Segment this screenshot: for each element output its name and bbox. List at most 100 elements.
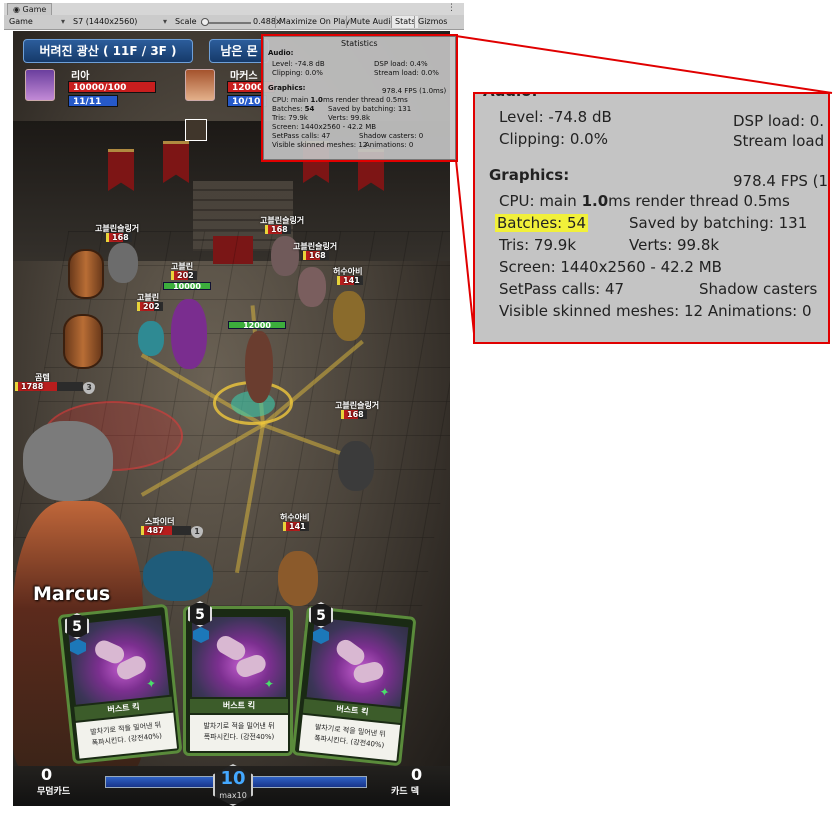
stat-clipping: Clipping: 0.0% bbox=[272, 69, 323, 77]
card-title: 버스트 킥 bbox=[190, 699, 288, 713]
spider[interactable] bbox=[143, 551, 213, 601]
zoom-cpu-prefix: CPU: main bbox=[499, 192, 582, 210]
zoom-verts: Verts: 99.8k bbox=[629, 236, 720, 254]
zoom-graphics-header: Graphics: bbox=[489, 166, 570, 184]
zoom-clipping: Clipping: 0.0% bbox=[499, 130, 608, 148]
zoom-skinned-meshes: Visible skinned meshes: 12 Animations: 0 bbox=[499, 302, 812, 320]
deck-label[interactable]: 카드 덱 bbox=[391, 784, 419, 797]
connector-line bbox=[455, 35, 833, 94]
zoom-cpu: CPU: main 1.0ms render thread 0.5ms bbox=[499, 192, 790, 210]
discard-label[interactable]: 무덤카드 bbox=[37, 784, 70, 797]
unit-hp: 202 bbox=[137, 302, 163, 311]
game-tab-bar: ◉ Game ⋮ bbox=[4, 3, 464, 15]
stats-title: Statistics bbox=[341, 39, 378, 48]
stats-zoom-callout: Audio: Level: -74.8 dB DSP load: 0. Clip… bbox=[473, 92, 830, 344]
stat-cpu-suffix: ms render thread 0.5ms bbox=[322, 96, 408, 104]
zoom-shadow-casters: Shadow casters bbox=[699, 280, 818, 298]
unit-hp: 487 bbox=[141, 526, 191, 535]
hero-portrait-ria[interactable] bbox=[25, 69, 55, 101]
barrel bbox=[68, 249, 104, 299]
card-description: 발차기로 적을 밀어낸 뒤폭파시킨다. (강전40%) bbox=[190, 715, 288, 751]
resolution-dropdown-value: S7 (1440x2560) bbox=[73, 17, 138, 26]
scarecrow[interactable] bbox=[333, 291, 365, 341]
unit-hp: 168 bbox=[303, 251, 329, 260]
kebab-menu-icon[interactable]: ⋮ bbox=[447, 3, 456, 13]
display-dropdown-value: Game bbox=[9, 17, 33, 26]
golem[interactable] bbox=[23, 421, 113, 501]
unit-hp: 141 bbox=[283, 522, 309, 531]
zoom-batches-highlight: Batches: 54 bbox=[495, 214, 589, 232]
gamepad-icon: ◉ bbox=[13, 5, 20, 14]
hero-mp-bar-marcus: 10/10 bbox=[227, 95, 267, 107]
hero-name-marcus: 마커스 bbox=[230, 71, 258, 82]
hero-portrait-marcus[interactable] bbox=[185, 69, 215, 101]
paw-icon: ✦ bbox=[264, 677, 275, 691]
game-tab-label: Game bbox=[22, 5, 47, 14]
graphics-header: Graphics: bbox=[268, 84, 306, 92]
gizmos-toggle[interactable]: Gizmos bbox=[414, 16, 450, 28]
hero-hp-bar-ria: 10000/100 bbox=[68, 81, 156, 93]
stat-screen: Screen: 1440x2560 - 42.2 MB bbox=[272, 123, 377, 131]
zoom-saved-by-batching: Saved by batching: 131 bbox=[629, 214, 808, 232]
goblin[interactable] bbox=[138, 321, 164, 356]
stat-cpu: CPU: main 1.0ms render thread 0.5ms bbox=[272, 96, 408, 104]
scarecrow[interactable] bbox=[278, 551, 318, 606]
unit-hp: 168 bbox=[265, 225, 291, 234]
stat-batches-value: 54 bbox=[304, 105, 315, 113]
unit-shield-bar: 10000 bbox=[163, 282, 211, 291]
hero-marcus[interactable] bbox=[245, 331, 273, 403]
stat-batches: Batches: 54 bbox=[272, 105, 314, 113]
stat-stream-load: Stream load: 0.0% bbox=[374, 69, 439, 77]
zoom-screen: Screen: 1440x2560 - 42.2 MB bbox=[499, 258, 722, 276]
resolution-dropdown[interactable]: S7 (1440x2560) bbox=[70, 16, 170, 28]
hero-shield-bar: 12000 bbox=[228, 321, 286, 330]
zoom-dsp-load: DSP load: 0. bbox=[733, 112, 825, 130]
mana-max: max10 bbox=[219, 791, 247, 800]
zoom-cpu-main: 1.0 bbox=[581, 192, 609, 210]
stat-shadow-casters: Shadow casters: 0 bbox=[359, 132, 424, 140]
deck-count: 0 bbox=[411, 765, 423, 784]
card-desc-line: 폭파시킨다. (강전40%) bbox=[203, 733, 275, 741]
zoom-fps: 978.4 FPS (1 bbox=[733, 172, 829, 190]
unit-hp: 168 bbox=[106, 233, 132, 242]
skill-card[interactable]: ✦ 버스트 킥 발차기로 적을 밀어낸 뒤 폭파시킨다. (강전40%) bbox=[291, 605, 417, 767]
goblin-slinger[interactable] bbox=[298, 267, 326, 307]
zoom-level: Level: -74.8 dB bbox=[499, 108, 612, 126]
scale-label: Scale bbox=[175, 17, 197, 26]
stat-verts: Verts: 99.8k bbox=[328, 114, 371, 122]
goblin-mage[interactable] bbox=[171, 299, 207, 369]
goblin-slinger[interactable] bbox=[108, 243, 138, 283]
stage-title-button[interactable]: 버려진 광산 ( 11F / 3F ) bbox=[23, 39, 193, 63]
unit-hp: 141 bbox=[337, 276, 363, 285]
stat-tris: Tris: 79.9k bbox=[272, 114, 308, 122]
unit-hp: 168 bbox=[341, 410, 367, 419]
goblin-slinger[interactable] bbox=[338, 441, 374, 491]
hero-mp-bar-ria: 11/11 bbox=[68, 95, 118, 107]
stat-level: Level: -74.8 dB bbox=[272, 60, 325, 68]
zoom-stream-load: Stream load bbox=[733, 132, 825, 150]
display-dropdown[interactable]: Game bbox=[6, 16, 68, 28]
zoom-audio-header: Audio: bbox=[483, 94, 537, 100]
stat-dsp-load: DSP load: 0.4% bbox=[374, 60, 428, 68]
zoom-setpass: SetPass calls: 47 bbox=[499, 280, 625, 298]
stat-batches-label: Batches: bbox=[272, 105, 305, 113]
audio-header: Audio: bbox=[268, 49, 294, 57]
barrel bbox=[63, 314, 103, 369]
card-description: 발차기로 적을 밀어낸 뒤 폭파시킨다. (강전40%) bbox=[298, 714, 401, 761]
paw-icon: ✦ bbox=[145, 676, 157, 692]
stat-setpass: SetPass calls: 47 bbox=[272, 132, 331, 140]
zoom-cpu-suffix: ms render thread 0.5ms bbox=[608, 192, 790, 210]
skill-slot-icon[interactable] bbox=[185, 119, 207, 141]
card-description: 발차기로 적을 밀어낸 뒤 폭파시킨다. (강전40%) bbox=[75, 712, 178, 759]
game-tab[interactable]: ◉ Game bbox=[7, 3, 53, 15]
remaining-monsters-button[interactable]: 남은 몬 bbox=[209, 39, 269, 63]
discard-count: 0 bbox=[41, 765, 53, 784]
stat-animations: Animations: 0 bbox=[365, 141, 414, 149]
stat-saved-by-batching: Saved by batching: 131 bbox=[328, 105, 412, 113]
card-desc-line: 발차기로 적을 밀어낸 뒤 bbox=[203, 722, 275, 730]
unit-hp: 202 bbox=[171, 271, 197, 280]
hero-caption: Marcus bbox=[33, 583, 111, 605]
unit-hp: 1788 bbox=[15, 382, 83, 391]
scale-slider-handle[interactable] bbox=[201, 18, 209, 26]
maximize-on-play-toggle[interactable]: Maximize On Play bbox=[275, 16, 353, 28]
